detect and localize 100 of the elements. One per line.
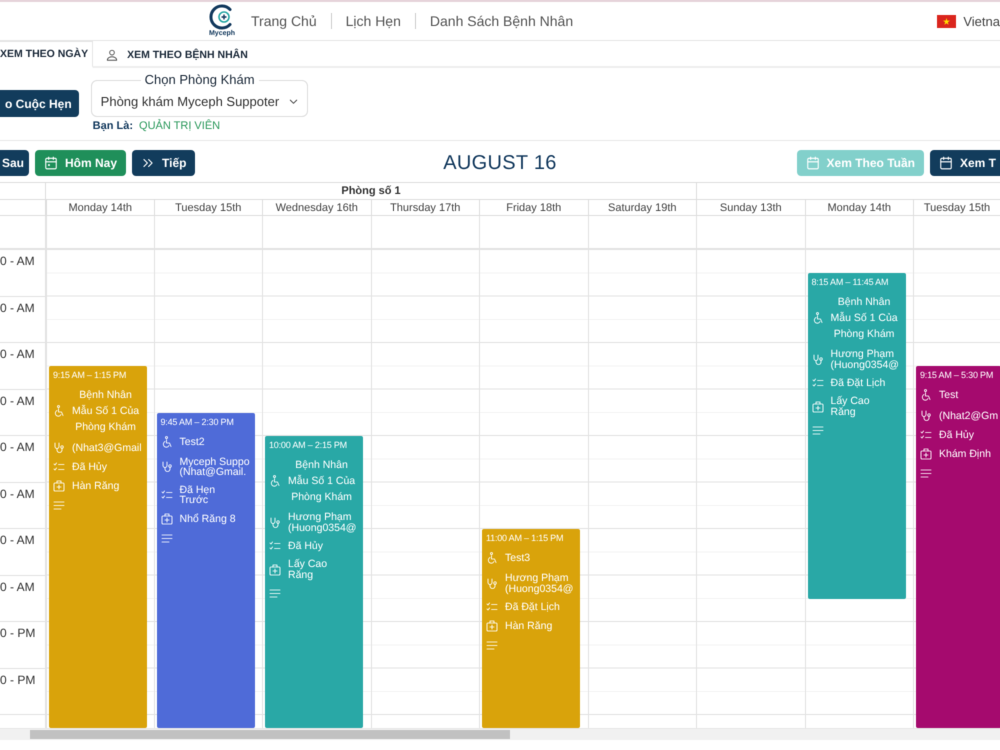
stethoscope-icon [53,442,65,454]
patient-name: Test [939,388,958,404]
wheelchair-icon [160,436,172,448]
day-header: Tuesday 15th [924,202,990,214]
view-button[interactable]: Xem T [930,150,1000,176]
time-label: 0 - AM [0,394,35,408]
wheelchair-icon [812,312,824,324]
stethoscope-icon [269,516,281,528]
calendar-icon [806,156,820,170]
scrollbar-thumb[interactable] [30,730,510,739]
appointment-status: Đã Hủy [288,540,324,552]
appointment-status: Đã Đặt Lịch [830,378,886,388]
doctor-name: (Nhat2@Gm [939,411,998,422]
time-label: 0 - AM [0,347,35,361]
time-label: 0 - AM [0,580,35,594]
today-button[interactable]: Hôm Nay [35,150,126,176]
day-header: Wednesday 16th [276,202,358,214]
date-title: AUGUST 16 [443,152,557,174]
doctor-name: (Nhat3@Gmail [72,443,142,454]
lines-icon [160,534,172,543]
create-appointment-button[interactable]: o Cuộc Hẹn [0,90,79,117]
appointment-time: 9:45 AM – 2:30 PM [160,416,234,428]
medical-kit-icon [53,480,65,492]
role-value: QUẢN TRỊ VIÊN [139,120,220,132]
appointment-status: Đã Hủy [72,462,108,472]
medical-kit-icon [812,400,824,413]
room-header: Phòng số 1 [341,185,401,197]
nav-link[interactable]: Lịch Hẹn [346,13,401,29]
view-tab[interactable]: XEM THEO BỆNH NHÂN [93,41,261,68]
appointment-time: 9:15 AM – 5:30 PM [920,370,994,382]
clinic-select-label: Chọn Phòng Khám [140,72,259,87]
flag-icon [937,14,956,28]
service-name: Khám Định [939,449,991,460]
wheelchair-icon [53,405,65,418]
checklist-icon [160,489,172,502]
service-name: Lấy Cao Răng [288,559,328,580]
appointment-card[interactable]: 9:15 AM – 5:30 PM Test (Nhat2@Gm Đã Hủy Khám Định [916,366,1000,728]
patient-name: Test2 [180,434,205,450]
patient-name: Bệnh Nhân Mẫu Số 1 Của Phòng Khám [288,458,356,505]
checklist-icon [920,429,932,442]
checklist-icon [53,461,65,474]
appointment-time: 10:00 AM – 2:15 PM [269,440,347,451]
back-button[interactable]: Sau [0,150,30,176]
service-name: Hàn Răng [72,481,120,492]
role-label: Bạn Là: [92,120,134,132]
service-name: Nhổ Răng 8 [180,514,236,524]
appointment-status: Đã Hủy [939,430,974,440]
person-icon [105,48,120,62]
time-label: 0 - AM [0,254,35,268]
appointment-status: Đã Hẹn Trước [180,484,216,506]
lines-icon [269,589,281,598]
lines-icon [812,426,824,436]
checklist-icon [269,540,281,552]
appointment-time: 9:15 AM – 1:15 PM [53,370,126,382]
wheelchair-icon [269,475,281,487]
day-header: Friday 18th [506,202,562,214]
double-chevron-icon [141,156,156,170]
stethoscope-icon [920,410,932,422]
day-header: Thursday 17th [390,202,460,214]
doctor-name: Hương Phạm (Huong0354@ [288,512,356,533]
view-tab[interactable]: XEM THEO NGÀY [0,41,94,68]
scrollbar-track[interactable] [0,728,1000,740]
next-button[interactable]: Tiếp [132,150,196,176]
calendar-icon [44,156,58,170]
lines-icon [53,501,65,510]
time-label: 0 - AM [0,440,35,454]
medical-kit-icon [269,564,281,576]
language-selector[interactable]: Vietna [937,14,1000,28]
service-name: Lấy Cao Răng [830,396,870,418]
appointment-card[interactable]: 9:45 AM – 2:30 PM Test2 Myceph Suppo (Nhat@Gmail. Đã Hẹn Trước Nhổ Răng 8 [156,412,254,728]
checklist-icon [812,377,824,390]
day-header: Monday 14th [68,202,132,214]
day-header: Tuesday 15th [175,202,242,214]
service-name: Hàn Răng [505,620,552,632]
wheelchair-icon [920,389,932,402]
calendar-icon [938,156,953,170]
stethoscope-icon [160,461,172,474]
patient-name: Bệnh Nhân Mẫu Số 1 Của Phòng Khám [830,295,898,342]
checklist-icon [486,601,498,613]
lines-icon [486,641,498,650]
day-header: Monday 14th [827,202,892,214]
time-label: 0 - AM [0,300,35,314]
medical-kit-icon [486,620,498,632]
nav-link[interactable]: Trang Chủ [251,13,317,29]
stethoscope-icon [812,354,824,366]
day-header: Saturday 19th [608,202,676,214]
appointment-time: 8:15 AM – 11:45 AM [812,277,888,288]
day-header: Sunday 13th [720,202,782,214]
nav-link[interactable]: Danh Sách Bệnh Nhân [430,13,574,29]
time-label: 0 - AM [0,486,35,500]
appointment-time: 11:00 AM – 1:15 PM [486,533,564,544]
patient-name: Bệnh Nhân Mẫu Số 1 Của Phòng Khám [72,388,140,436]
time-label: 0 - PM [0,672,36,686]
stethoscope-icon [486,578,498,590]
wheelchair-icon [486,552,498,564]
time-label: 0 - PM [0,626,36,640]
medical-kit-icon [160,512,172,525]
doctor-name: Hương Phạm (Huong0354@ [830,349,899,370]
time-label: 0 - AM [0,533,35,547]
doctor-name: Hương Phạm (Huong0354@ [505,573,574,594]
